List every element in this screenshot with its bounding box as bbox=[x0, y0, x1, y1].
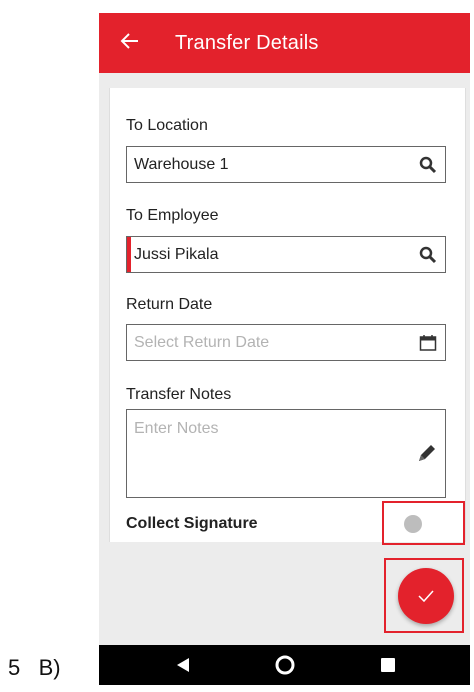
check-icon bbox=[418, 590, 434, 603]
return-date-label: Return Date bbox=[126, 296, 213, 313]
page-title: Transfer Details bbox=[175, 32, 319, 54]
caption-letter: B) bbox=[38, 655, 61, 680]
android-nav-bar bbox=[99, 645, 470, 685]
collect-signature-toggle-highlight bbox=[382, 501, 465, 545]
pencil-icon[interactable] bbox=[415, 443, 437, 465]
to-location-label: To Location bbox=[126, 117, 208, 134]
to-employee-label: To Employee bbox=[126, 207, 219, 224]
active-field-indicator bbox=[127, 237, 131, 272]
app-bar: Transfer Details bbox=[99, 13, 470, 73]
transfer-notes-placeholder: Enter Notes bbox=[134, 420, 219, 437]
to-location-field[interactable]: Warehouse 1 bbox=[126, 146, 446, 183]
recents-square-icon[interactable] bbox=[381, 658, 395, 672]
transfer-notes-label: Transfer Notes bbox=[126, 386, 232, 403]
collect-signature-label: Collect Signature bbox=[126, 515, 258, 532]
form-card: To Location Warehouse 1 To Employee Juss… bbox=[109, 88, 466, 542]
figure-caption: 5 B) bbox=[8, 655, 61, 681]
arrow-left-icon[interactable] bbox=[119, 29, 141, 53]
calendar-icon[interactable] bbox=[419, 334, 437, 352]
submit-button-highlight bbox=[384, 558, 464, 633]
to-employee-field[interactable]: Jussi Pikala bbox=[126, 236, 446, 273]
submit-button[interactable] bbox=[398, 568, 454, 624]
to-location-value: Warehouse 1 bbox=[134, 156, 229, 173]
return-date-placeholder: Select Return Date bbox=[134, 334, 270, 351]
back-triangle-icon[interactable] bbox=[175, 657, 191, 673]
return-date-field[interactable]: Select Return Date bbox=[126, 324, 446, 361]
transfer-notes-field[interactable]: Enter Notes bbox=[126, 409, 446, 498]
phone-screen: Transfer Details To Location Warehouse 1… bbox=[99, 13, 470, 685]
collect-signature-toggle[interactable] bbox=[404, 515, 422, 533]
home-circle-icon[interactable] bbox=[274, 654, 296, 676]
search-icon[interactable] bbox=[419, 246, 437, 264]
caption-number: 5 bbox=[8, 655, 21, 680]
search-icon[interactable] bbox=[419, 156, 437, 174]
to-employee-value: Jussi Pikala bbox=[134, 246, 219, 263]
